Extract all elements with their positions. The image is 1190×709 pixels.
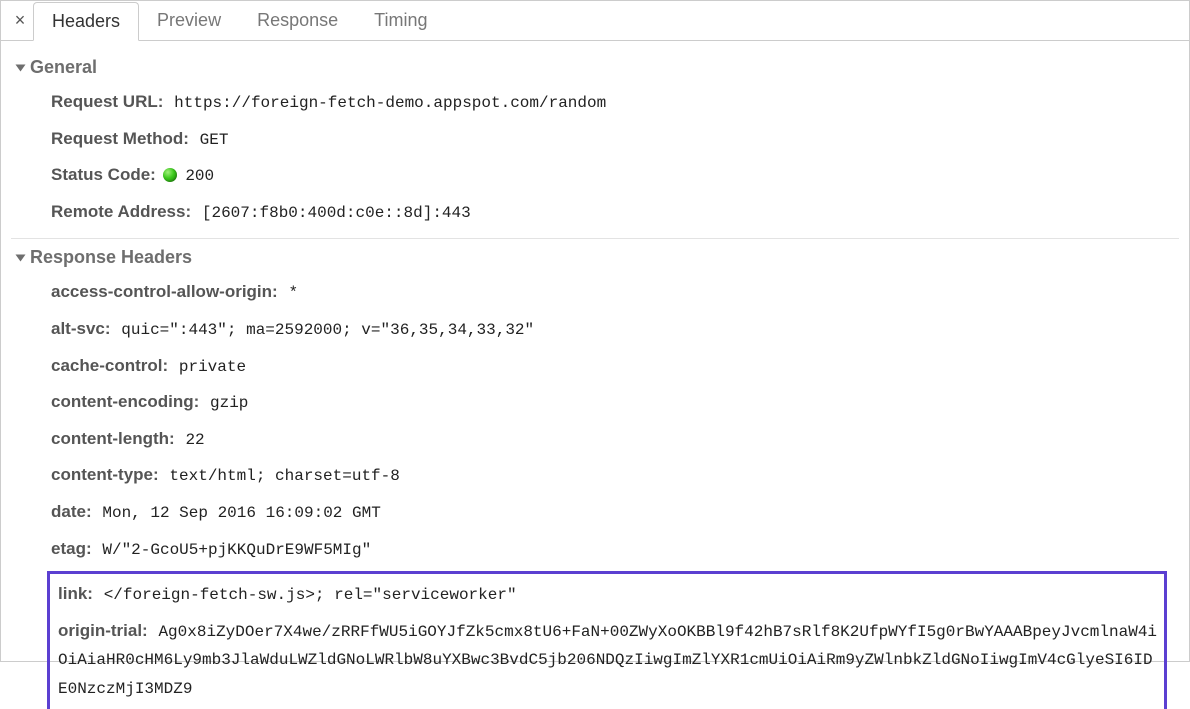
alt-svc-value: quic=":443"; ma=2592000; v="36,35,34,33,…	[121, 321, 534, 339]
row-cache-control: cache-control: private	[11, 348, 1179, 385]
request-url-label: Request URL:	[51, 92, 163, 111]
request-url-value: https://foreign-fetch-demo.appspot.com/r…	[174, 94, 606, 112]
close-icon[interactable]: ×	[7, 10, 33, 31]
date-label: date:	[51, 502, 92, 521]
row-content-type: content-type: text/html; charset=utf-8	[11, 457, 1179, 494]
origin-trial-label: origin-trial:	[58, 621, 148, 640]
alt-svc-label: alt-svc:	[51, 319, 111, 338]
remote-address-value: [2607:f8b0:400d:c0e::8d]:443	[202, 204, 471, 222]
highlighted-headers: link: </foreign-fetch-sw.js>; rel="servi…	[47, 571, 1167, 709]
chevron-down-icon	[16, 254, 26, 261]
cache-control-label: cache-control:	[51, 356, 168, 375]
content-type-label: content-type:	[51, 465, 159, 484]
cache-control-value: private	[179, 358, 246, 376]
content-length-label: content-length:	[51, 429, 175, 448]
section-response-headers: Response Headers access-control-allow-or…	[11, 247, 1179, 709]
status-code-value: 200	[185, 167, 214, 185]
row-status-code: Status Code: 200	[11, 157, 1179, 194]
row-content-encoding: content-encoding: gzip	[11, 384, 1179, 421]
link-label: link:	[58, 584, 93, 603]
section-response-header[interactable]: Response Headers	[17, 247, 1179, 268]
headers-panel: General Request URL: https://foreign-fet…	[1, 41, 1189, 709]
tab-response[interactable]: Response	[239, 1, 356, 40]
remote-address-label: Remote Address:	[51, 202, 191, 221]
row-content-length: content-length: 22	[11, 421, 1179, 458]
row-link: link: </foreign-fetch-sw.js>; rel="servi…	[54, 576, 1160, 613]
row-request-url: Request URL: https://foreign-fetch-demo.…	[11, 84, 1179, 121]
link-value: </foreign-fetch-sw.js>; rel="servicework…	[104, 586, 517, 604]
etag-value: W/"2-GcoU5+pjKKQuDrE9WF5MIg"	[102, 541, 371, 559]
request-method-label: Request Method:	[51, 129, 189, 148]
content-type-value: text/html; charset=utf-8	[169, 467, 399, 485]
row-acao: access-control-allow-origin: *	[11, 274, 1179, 311]
tab-timing[interactable]: Timing	[356, 1, 445, 40]
row-origin-trial: origin-trial: Ag0x8iZyDOer7X4we/zRRFfWU5…	[54, 613, 1160, 707]
section-general-header[interactable]: General	[17, 57, 1179, 78]
row-date: date: Mon, 12 Sep 2016 16:09:02 GMT	[11, 494, 1179, 531]
chevron-down-icon	[16, 64, 26, 71]
row-etag: etag: W/"2-GcoU5+pjKKQuDrE9WF5MIg"	[11, 531, 1179, 568]
acao-value: *	[288, 284, 298, 302]
date-value: Mon, 12 Sep 2016 16:09:02 GMT	[102, 504, 380, 522]
status-dot-icon	[163, 168, 177, 182]
tab-headers[interactable]: Headers	[33, 2, 139, 41]
content-encoding-value: gzip	[210, 394, 248, 412]
section-general: General Request URL: https://foreign-fet…	[11, 57, 1179, 230]
origin-trial-value: Ag0x8iZyDOer7X4we/zRRFfWU5iGOYJfZk5cmx8t…	[58, 623, 1157, 698]
row-remote-address: Remote Address: [2607:f8b0:400d:c0e::8d]…	[11, 194, 1179, 231]
row-alt-svc: alt-svc: quic=":443"; ma=2592000; v="36,…	[11, 311, 1179, 348]
row-request-method: Request Method: GET	[11, 121, 1179, 158]
content-encoding-label: content-encoding:	[51, 392, 199, 411]
acao-label: access-control-allow-origin:	[51, 282, 278, 301]
tab-bar: × Headers Preview Response Timing	[1, 1, 1189, 41]
etag-label: etag:	[51, 539, 92, 558]
request-method-value: GET	[200, 131, 229, 149]
section-divider	[11, 238, 1179, 239]
content-length-value: 22	[185, 431, 204, 449]
status-code-label: Status Code:	[51, 165, 156, 184]
section-general-title: General	[30, 57, 97, 78]
tab-preview[interactable]: Preview	[139, 1, 239, 40]
section-response-title: Response Headers	[30, 247, 192, 268]
